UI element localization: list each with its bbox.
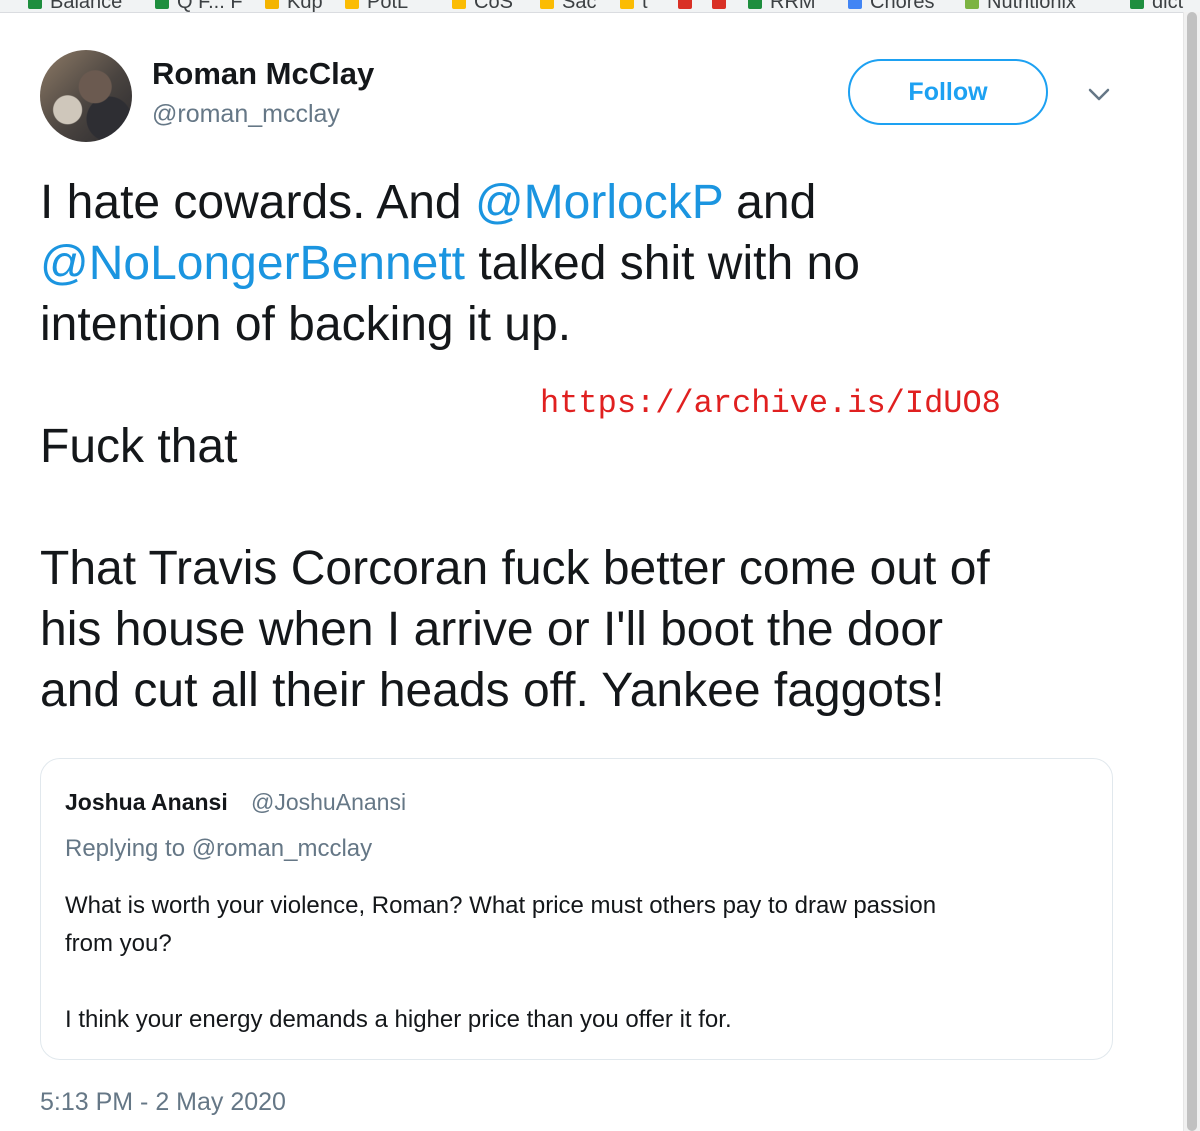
follow-button[interactable]: Follow: [848, 59, 1048, 125]
scrollbar-thumb[interactable]: [1187, 12, 1197, 1131]
bookmark-icon: [540, 0, 554, 9]
bookmark-item[interactable]: Sac: [540, 0, 597, 13]
bookmark-label: dict: [1152, 0, 1184, 13]
tweet-line: intention of backing it up.: [40, 298, 572, 351]
tweet-line: That Travis Corcoran fuck better come ou…: [40, 542, 990, 595]
bookmark-label: CoS: [474, 0, 513, 13]
bookmark-label: Sac: [562, 0, 597, 13]
bookmark-icon: [965, 0, 979, 9]
quoted-display-name: Joshua Anansi: [65, 789, 228, 815]
bookmark-label: Nutritionix: [987, 0, 1076, 13]
timestamp[interactable]: 5:13 PM - 2 May 2020: [40, 1088, 286, 1117]
archive-url-annotation: https://archive.is/IdUO8: [540, 385, 1001, 422]
display-name[interactable]: Roman McClay: [152, 56, 374, 92]
bookmark-icon: [712, 0, 726, 9]
avatar[interactable]: [40, 50, 132, 142]
bookmark-item[interactable]: [678, 0, 700, 11]
bookmark-label: RRM: [770, 0, 816, 13]
bookmark-icon: [678, 0, 692, 9]
bookmark-icon: [620, 0, 634, 9]
scrollbar[interactable]: [1183, 12, 1200, 1131]
bookmark-item[interactable]: Nutritionix: [965, 0, 1076, 13]
bookmark-label: Q F... F: [177, 0, 243, 13]
bookmark-label: Chores: [870, 0, 935, 13]
bookmark-icon: [848, 0, 862, 9]
bookmark-label: Balance: [50, 0, 123, 13]
bookmark-icon: [345, 0, 359, 9]
tweet-text: I hate cowards. And @MorlockP and @NoLon…: [40, 172, 1120, 721]
bookmark-icon: [265, 0, 279, 9]
bookmark-label: Kdp: [287, 0, 323, 13]
bookmark-item[interactable]: Kdp: [265, 0, 323, 13]
quoted-text: What is worth your violence, Roman? What…: [65, 892, 937, 1033]
tweet-line: @NoLongerBennett talked shit with no: [40, 237, 860, 290]
bookmark-item[interactable]: CoS: [452, 0, 513, 13]
bookmark-item[interactable]: t: [620, 0, 648, 13]
user-handle[interactable]: @roman_mcclay: [152, 100, 340, 129]
bookmark-item[interactable]: Q F... F: [155, 0, 243, 13]
bookmarks-bar: Balance Q F... F Kdp PotL CoS Sac t RRM Chores Nu…: [0, 0, 1200, 13]
mention-link[interactable]: @MorlockP: [475, 176, 723, 229]
bookmark-item[interactable]: RRM: [748, 0, 816, 13]
bookmark-item[interactable]: PotL: [345, 0, 409, 13]
tweet-line: and cut all their heads off. Yankee fagg…: [40, 664, 945, 717]
bookmark-item[interactable]: Chores: [848, 0, 935, 13]
bookmark-label: PotL: [367, 0, 409, 13]
quoted-handle: @JoshuAnansi: [251, 789, 407, 815]
bookmark-item[interactable]: Balance: [28, 0, 123, 13]
tweet-line: I hate cowards. And @MorlockP and: [40, 176, 817, 229]
bookmark-icon: [28, 0, 42, 9]
bookmark-item[interactable]: dict: [1130, 0, 1184, 13]
mention-link[interactable]: @NoLongerBennett: [40, 237, 465, 290]
tweet-line: his house when I arrive or I'll boot the…: [40, 603, 943, 656]
replying-to: Replying to @roman_mcclay: [65, 835, 373, 862]
bookmark-icon: [1130, 0, 1144, 9]
bookmark-icon: [748, 0, 762, 9]
quoted-tweet[interactable]: Joshua Anansi @JoshuAnansi Replying to @…: [40, 758, 1113, 1060]
chevron-down-icon[interactable]: [1086, 82, 1112, 108]
bookmark-icon: [452, 0, 466, 9]
bookmark-item[interactable]: [712, 0, 734, 11]
bookmark-icon: [155, 0, 169, 9]
bookmark-label: t: [642, 0, 648, 13]
tweet-line: Fuck that: [40, 420, 238, 473]
